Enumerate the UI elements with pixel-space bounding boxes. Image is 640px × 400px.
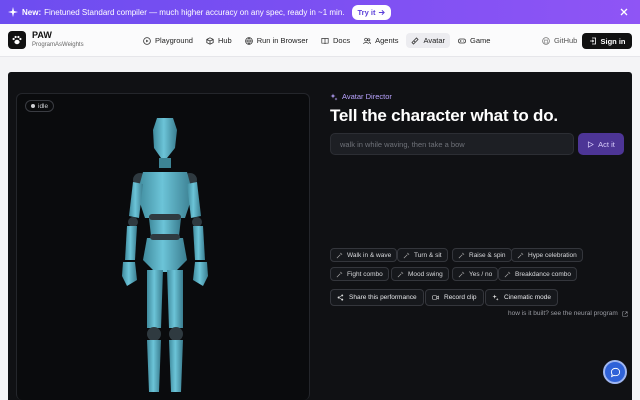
record-clip-label: Record clip [444,294,477,301]
play-icon [143,36,151,45]
preset-hype-celebration[interactable]: Hype celebration [511,248,583,262]
chat-button[interactable] [603,360,627,384]
preset-label: Hype celebration [528,251,577,259]
preset-label: Fight combo [347,270,383,278]
close-icon[interactable] [618,6,630,18]
preset-label: Yes / no [469,270,493,278]
magic-wand-icon [458,252,465,258]
preset-label: Raise & spin [469,251,506,259]
magic-wand-icon [517,252,524,258]
preset-walk-in-wave[interactable]: Walk in & wave [330,248,398,262]
act-it-button[interactable]: Act it [578,133,624,155]
how-is-it-built-link[interactable]: how is it built? see the neural program [508,310,628,317]
try-it-button[interactable]: Try it [351,4,392,20]
nav-playground[interactable]: Playground [138,33,198,48]
top-navbar: PAW ProgramAsWeights Playground Hub Run … [0,24,640,57]
preset-raise-spin[interactable]: Raise & spin [452,248,512,262]
nav-avatar-label: Avatar [423,36,445,45]
magic-wand-icon [504,271,511,277]
preset-label: Breakdance combo [515,270,572,278]
avatar-director-label: Avatar Director [342,92,392,101]
magic-wand-icon [397,271,404,277]
state-dot-icon [31,104,35,108]
main-nav: Playground Hub Run in Browser Docs Agent… [138,33,495,48]
avatar-icon [411,36,420,45]
sparkles-icon [330,93,338,100]
chat-icon [610,367,620,377]
nav-hub-label: Hub [217,36,232,45]
nav-playground-label: Playground [155,36,193,45]
magic-wand-icon [336,252,343,258]
nav-run-in-browser-label: Run in Browser [256,36,308,45]
sparkles-icon [492,294,499,301]
users-icon [363,37,371,44]
mannequin-figure[interactable] [117,114,213,400]
globe-icon [244,36,253,45]
share-performance-button[interactable]: Share this performance [330,289,424,306]
github-icon [542,36,550,45]
nav-docs[interactable]: Docs [316,33,355,48]
command-input[interactable] [330,133,574,155]
arrow-right-icon [379,9,386,15]
nav-game-label: Game [470,36,491,45]
magic-wand-icon [336,271,343,277]
nav-agents[interactable]: Agents [358,33,403,48]
preset-breakdance-combo[interactable]: Breakdance combo [498,267,578,281]
preset-label: Walk in & wave [347,251,392,259]
share-icon [337,294,344,301]
banner-new-label: New: [22,7,42,17]
nav-agents-label: Agents [375,36,399,45]
preset-label: Turn & sit [414,251,442,259]
send-icon [588,140,595,148]
banner-message: Finetuned Standard compiler — much highe… [44,7,345,17]
share-performance-label: Share this performance [349,294,417,301]
act-it-label: Act it [598,139,615,149]
login-icon [589,37,596,45]
brand-name: PAW [32,30,52,40]
preset-yes-no[interactable]: Yes / no [452,267,499,281]
magic-wand-icon [458,271,465,277]
announcement-banner: New: Finetuned Standard compiler — much … [0,0,640,24]
animation-state-badge: idle [25,100,55,112]
brand[interactable]: PAW ProgramAsWeights [32,30,84,50]
cinematic-mode-button[interactable]: Cinematic mode [485,289,558,306]
try-it-label: Try it [357,7,376,17]
record-clip-button[interactable]: Record clip [425,289,484,306]
paw-icon [12,35,22,45]
magic-wand-icon [403,252,410,258]
preset-fight-combo[interactable]: Fight combo [330,267,389,281]
gamepad-icon [458,38,466,43]
github-link[interactable]: GitHub [542,36,577,45]
nav-docs-label: Docs [333,36,351,45]
nav-game[interactable]: Game [453,33,495,48]
avatar-director-eyebrow: Avatar Director [330,92,392,101]
preset-turn-sit[interactable]: Turn & sit [397,248,448,262]
book-icon [321,37,329,44]
sign-in-label: Sign in [600,36,626,46]
github-label: GitHub [554,36,578,45]
nav-run-in-browser[interactable]: Run in Browser [240,33,313,48]
sign-in-button[interactable]: Sign in [582,33,632,49]
brand-subtitle: ProgramAsWeights [32,42,84,48]
cube-icon [206,36,214,45]
how-is-it-built-label: how is it built? see the neural program [508,310,618,317]
video-camera-icon [432,295,439,300]
nav-hub[interactable]: Hub [201,33,237,48]
nav-avatar[interactable]: Avatar [406,33,450,48]
external-link-icon [622,310,628,317]
avatar-viewport[interactable]: idle [16,93,310,400]
preset-mood-swing[interactable]: Mood swing [391,267,449,281]
sparkle-icon [8,7,18,17]
preset-label: Mood swing [408,270,443,278]
paw-logo[interactable] [8,31,26,49]
cinematic-mode-label: Cinematic mode [504,294,551,301]
page-title: Tell the character what to do. [330,106,558,125]
animation-state-label: idle [38,102,49,110]
